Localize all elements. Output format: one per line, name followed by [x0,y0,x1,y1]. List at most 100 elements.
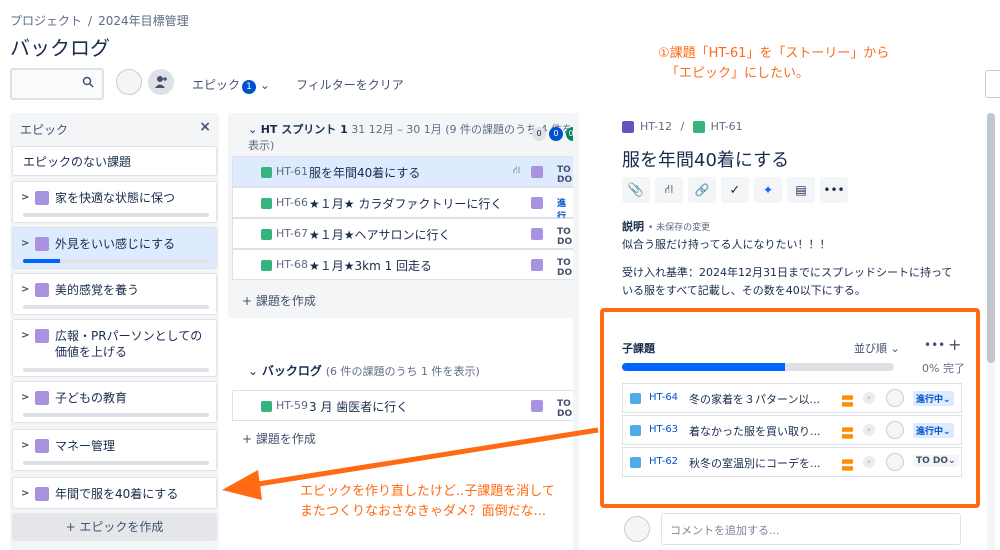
chevron-right-icon[interactable]: > [21,238,29,249]
subtask-key[interactable]: HT-62 [649,456,678,467]
subtask-status-label: TO DO [916,456,949,466]
epic-progress-bar [23,259,209,263]
epic-filter-label: エピック [192,78,241,92]
description-line[interactable]: 似合う服だけ持ってる人になりたい！！！ [622,236,962,254]
issue-status[interactable]: TO DO [557,399,573,419]
insights-button[interactable] [985,70,1000,98]
sprint-status-badges: 0 0 0 [532,127,576,141]
issue-row[interactable]: HT-59 3 月 歯医者に行く TO DO [232,390,574,421]
chevron-right-icon[interactable]: > [21,192,29,203]
description-line[interactable]: 受け入れ基準：2024年12月31日までにスプレッドシートに持って [622,264,962,282]
search-icon [82,76,94,88]
subtask-row[interactable]: HT-64 冬の家着を３パターン以... 〓 - 進行中⌄ [622,383,962,413]
epic-filter-button[interactable]: エピック 1 ⌄ [192,76,270,94]
chevron-down-icon: ⌄ [259,78,270,92]
search-input[interactable] [12,70,82,98]
subtask-status-label: 進行中 [916,427,944,437]
epic-label: マネー管理 [55,439,116,453]
link-issue-button[interactable]: 🔗 [688,177,716,203]
breadcrumb-separator: / [88,14,93,28]
sprint-header[interactable]: ⌄ HT スプリント 1 31 12月 – 30 1月 (9 件の課題のうち 4… [248,121,574,153]
epic-card[interactable]: > 美的感覚を養う [12,273,217,315]
epic-color-icon [35,191,49,205]
more-actions-button[interactable]: ••• [820,177,848,203]
issue-key[interactable]: HT-61 [276,165,308,178]
breadcrumb-board[interactable]: 2024年目標管理 [98,14,189,28]
chevron-down-icon[interactable]: ⌄ [248,123,257,136]
epic-color-icon [35,487,49,501]
issue-row[interactable]: HT-66 ★１月★ カラダファクトリーに行く 進行中 [232,187,574,235]
issue-key[interactable]: HT-68 [276,258,308,271]
attach-button[interactable]: 📎 [622,177,650,203]
more-icon: ••• [823,183,845,197]
chevron-right-icon[interactable]: > [21,488,29,499]
checklist-button[interactable]: ✓ [721,177,749,203]
child-issues-icon: ⛙ [513,165,521,176]
chevron-right-icon[interactable]: > [21,284,29,295]
subtask-status[interactable]: TO DO⌄ [913,455,959,467]
subtask-status[interactable]: 進行中⌄ [913,423,954,438]
chevron-right-icon[interactable]: > [21,392,29,403]
issue-status[interactable]: TO DO [557,258,573,278]
annotation-line: エピックを作り直したけど..子課題を消して [300,484,555,499]
epic-card[interactable]: > マネー管理 [12,429,217,471]
apps-button[interactable]: ▤ [787,177,815,203]
issue-summary: 3 月 歯医者に行く [309,400,409,414]
parent-issue-key[interactable]: HT-12 [640,120,672,133]
issue-status[interactable]: TO DO [557,165,573,185]
epic-color-icon [531,197,543,209]
issue-key[interactable]: HT-61 [711,120,743,133]
issue-row[interactable]: HT-67 ★１月★ヘアサロンに行く TO DO [232,218,574,249]
story-icon[interactable] [692,121,705,133]
epic-card[interactable]: > 家を快適な状態に保つ [12,181,217,223]
description-line[interactable]: いる服をすべて記載し、その数を40以下にする。 [622,282,962,300]
issue-status[interactable]: TO DO [557,227,573,247]
subtask-progress-bar [622,363,894,371]
assignee-avatar[interactable] [886,453,904,471]
breadcrumb: プロジェクト / 2024年目標管理 [10,12,189,29]
issue-title[interactable]: 服を年間40着にする [622,146,789,172]
assignee-avatar[interactable] [886,389,904,407]
more-icon[interactable]: ••• [924,338,945,352]
subtask-row[interactable]: HT-62 秋冬の室温別にコーデを... 〓 - TO DO⌄ [622,447,962,477]
issue-key[interactable]: HT-66 [276,196,308,209]
issue-row[interactable]: HT-61 服を年間40着にする ⛙ TO DO [232,156,574,187]
create-issue-button[interactable]: + 課題を作成 [242,430,316,447]
issue-key[interactable]: HT-59 [276,399,308,412]
chevron-right-icon[interactable]: > [21,330,29,341]
backlog-scrollbar[interactable] [573,113,579,550]
chevron-right-icon[interactable]: > [21,440,29,451]
sprint-dates: 31 12月 – 30 1月 [351,123,442,136]
issue-row[interactable]: HT-68 ★１月★3km 1 回走る TO DO [232,249,574,280]
add-child-button[interactable]: ⛙ [655,177,683,203]
add-people-button[interactable] [148,69,174,95]
subtask-status[interactable]: 進行中⌄ [913,391,954,406]
search-box[interactable] [10,68,104,100]
subtask-key[interactable]: HT-63 [649,424,678,435]
clear-filter-button[interactable]: フィルターをクリア [296,76,404,93]
epic-no-epic-issues[interactable]: エピックのない課題 [12,146,217,176]
epic-card[interactable]: > 広報・PRパーソンとしての価値を上げる [12,319,217,377]
apps-icon: ▤ [795,183,807,197]
epic-card[interactable]: > 子どもの教育 [12,381,217,423]
scrollbar-thumb[interactable] [987,113,995,363]
close-icon[interactable]: × [199,119,211,135]
subtask-key[interactable]: HT-64 [649,392,678,403]
sort-dropdown[interactable]: 並び順 ⌄ [854,340,900,356]
detail-scrollbar[interactable] [987,113,995,550]
create-epic-button[interactable]: + エピックを作成 [12,513,217,541]
backlog-header[interactable]: ⌄ バックログ (6 件の課題のうち 1 件を表示) [248,362,480,379]
confluence-button[interactable]: ✦ [754,177,782,203]
add-subtask-icon[interactable]: + [948,335,961,354]
comment-input[interactable]: コメントを追加する... [661,513,961,545]
avatar[interactable] [116,69,142,95]
epic-card[interactable]: > 年間で服を40着にする [12,477,217,509]
issue-key[interactable]: HT-67 [276,227,308,240]
breadcrumb-project[interactable]: プロジェクト [10,14,82,28]
subtask-row[interactable]: HT-63 着なかった服を買い取り... 〓 - 進行中⌄ [622,415,962,445]
epic-card-selected[interactable]: > 外見をいい感じにする [12,227,217,269]
assignee-avatar[interactable] [886,421,904,439]
create-issue-button[interactable]: + 課題を作成 [242,292,316,309]
epic-color-icon [35,283,49,297]
chevron-down-icon[interactable]: ⌄ [248,364,258,378]
